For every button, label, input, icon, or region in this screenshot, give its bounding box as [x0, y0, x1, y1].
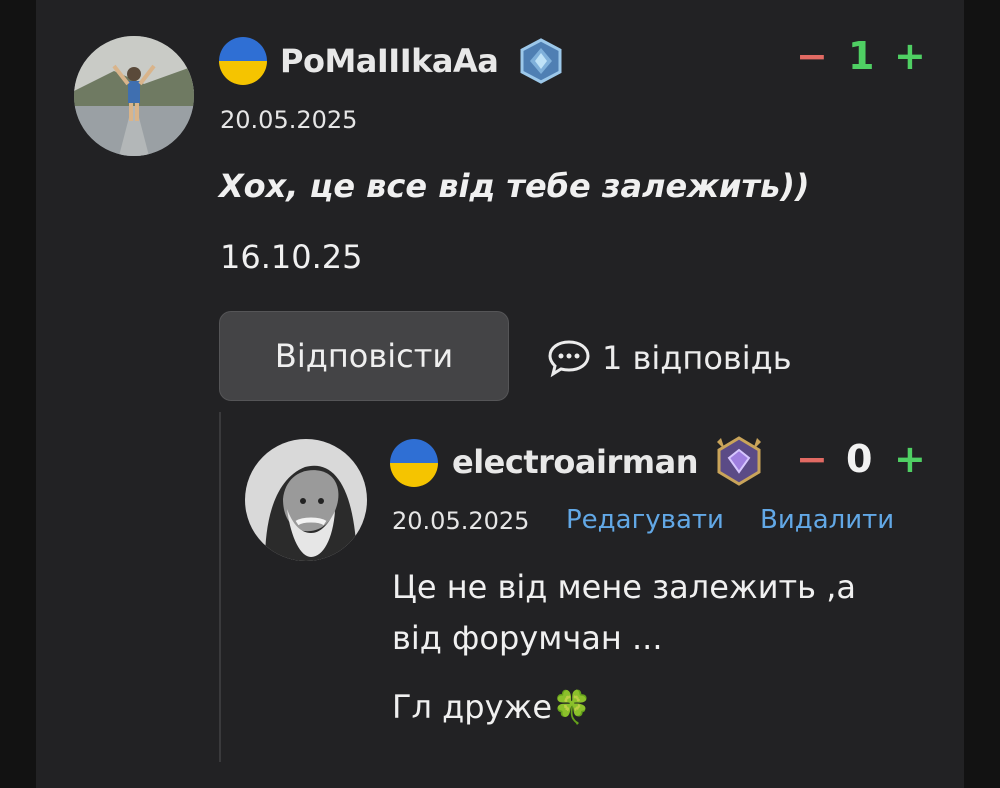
reply-text-line1: Це не від мене залежить ,а [392, 568, 856, 606]
comment-text-italic: Хох, це все від тебе залежить)) [219, 167, 810, 205]
avatar[interactable] [74, 36, 194, 156]
reply-upvote-button[interactable]: + [894, 437, 926, 481]
hexagon-badge-icon [518, 38, 564, 84]
downvote-button[interactable]: − [796, 34, 828, 78]
comment-text-line: 16.10.25 [220, 238, 363, 276]
username[interactable]: PoMaIIIkaAa [280, 41, 499, 81]
upvote-button[interactable]: + [894, 34, 926, 78]
reply-date: 20.05.2025 [392, 507, 530, 535]
delete-link[interactable]: Видалити [760, 505, 894, 535]
reply-button[interactable]: Відповісти [219, 311, 509, 401]
comment-date: 20.05.2025 [220, 106, 358, 134]
reply-vote-count: 0 [846, 437, 873, 481]
ukraine-flag-icon [390, 439, 438, 487]
edit-link[interactable]: Редагувати [566, 505, 724, 535]
thread-line [219, 412, 221, 762]
reply-username[interactable]: electroairman [452, 442, 698, 482]
ukraine-flag-icon [219, 37, 267, 85]
reply-text-line3: Гл друже🍀 [392, 688, 592, 726]
replies-label: 1 відповідь [602, 339, 792, 377]
reply-avatar[interactable] [245, 439, 367, 561]
crown-gem-badge-icon [711, 434, 767, 488]
speech-bubble-icon [546, 338, 592, 378]
vote-count: 1 [848, 34, 875, 78]
replies-toggle[interactable]: 1 відповідь [546, 336, 792, 380]
reply-text-line2: від форумчан ... [392, 619, 663, 657]
reply-downvote-button[interactable]: − [796, 437, 828, 481]
